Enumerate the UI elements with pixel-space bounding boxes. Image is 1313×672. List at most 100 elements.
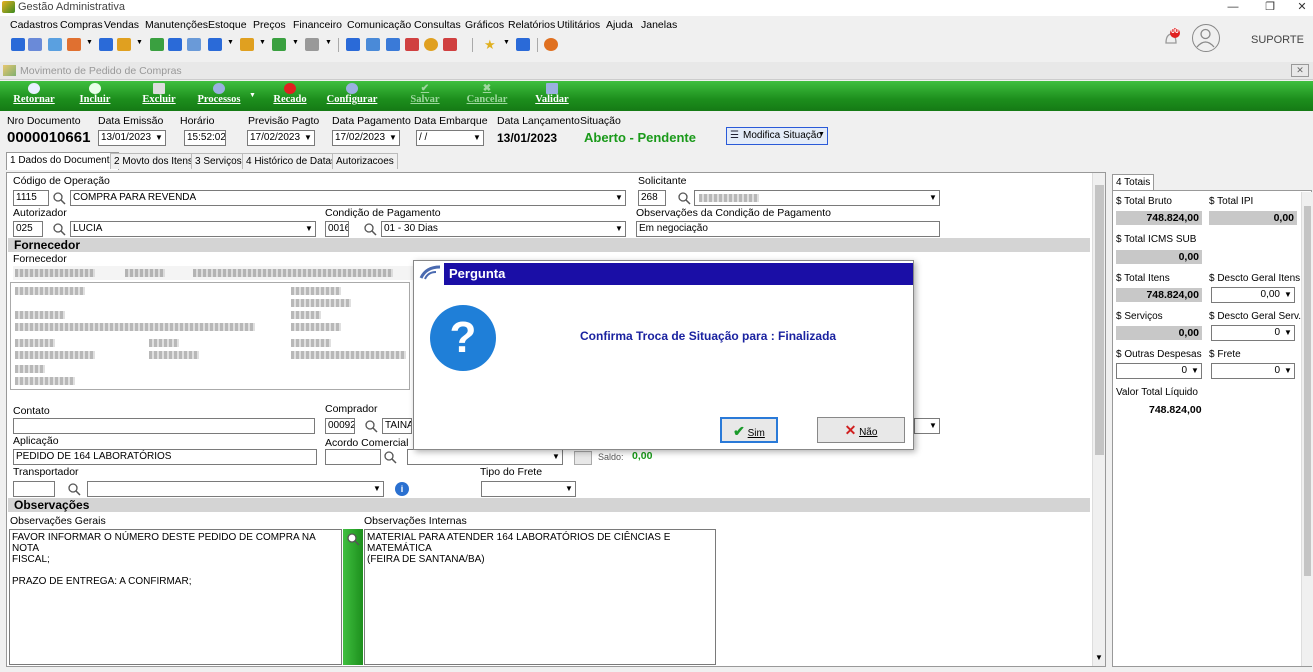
data-embarque-field[interactable]: / / ▼ <box>416 130 484 146</box>
acordo-comercial-select[interactable]: ▼ <box>407 449 563 465</box>
menu-vendas[interactable]: Vendas <box>104 19 139 31</box>
chevron-down-icon[interactable]: ▼ <box>928 420 938 432</box>
obs-condicao-field[interactable]: Em negociação <box>636 221 940 237</box>
chevron-down-icon[interactable]: ▼ <box>249 92 256 99</box>
menu-ajuda[interactable]: Ajuda <box>606 19 633 31</box>
chevron-down-icon[interactable]: ▼ <box>372 483 382 495</box>
search-icon[interactable] <box>383 450 397 464</box>
minimize-button[interactable]: — <box>1218 0 1248 16</box>
chevron-down-icon[interactable]: ▼ <box>503 39 510 46</box>
chevron-down-icon[interactable]: ▼ <box>818 131 825 138</box>
search-icon[interactable] <box>52 222 66 236</box>
menu-relatorios[interactable]: Relatórios <box>508 19 555 31</box>
solicitante-code[interactable]: 268 <box>638 190 666 206</box>
menu-janelas[interactable]: Janelas <box>641 19 677 31</box>
descto-serv-field[interactable]: 0 ▼ <box>1211 325 1295 341</box>
chevron-down-icon[interactable]: ▼ <box>1283 365 1293 377</box>
calc-icon[interactable] <box>346 38 360 51</box>
doc-icon[interactable] <box>99 38 113 51</box>
menu-precos[interactable]: Preços <box>253 19 286 31</box>
calendar-icon[interactable] <box>366 38 380 51</box>
box-icon[interactable] <box>117 38 131 51</box>
card-icon[interactable] <box>48 38 62 51</box>
close-window-button[interactable]: ✕ <box>1291 64 1309 77</box>
star-icon[interactable]: ★ <box>484 37 496 53</box>
solicitante-select[interactable]: ▼ <box>694 190 940 206</box>
save-icon[interactable] <box>11 38 25 51</box>
tipo-frete-select[interactable]: ▼ <box>481 481 576 497</box>
salvar-button[interactable]: ✔ Salvar <box>402 81 448 111</box>
comprador-code[interactable]: 00092 <box>325 418 355 434</box>
aplicacao-field[interactable]: PEDIDO DE 164 LABORATÓRIOS <box>13 449 317 465</box>
previsao-pagto-field[interactable]: 17/02/2023 ▼ <box>247 130 315 146</box>
search-icon[interactable] <box>67 482 81 496</box>
recado-button[interactable]: Recado <box>267 81 313 111</box>
tab-historico-datas[interactable]: 4 Histórico de Datas <box>242 153 341 169</box>
sim-button[interactable]: ✔ Sim <box>720 417 778 443</box>
chevron-down-icon[interactable]: ▼ <box>928 192 938 204</box>
cart-icon[interactable] <box>208 38 222 51</box>
dropdown-field[interactable]: ▼ <box>914 418 940 434</box>
money-icon[interactable] <box>168 38 182 51</box>
person-icon[interactable] <box>150 38 164 51</box>
scroll-thumb[interactable] <box>1095 185 1104 455</box>
chevron-down-icon[interactable]: ▼ <box>1283 327 1293 339</box>
outras-despesas-field[interactable]: 0 ▼ <box>1116 363 1202 379</box>
chevron-down-icon[interactable]: ▼ <box>551 451 561 463</box>
menu-estoque[interactable]: Estoque <box>208 19 247 31</box>
obs-gerais-textarea[interactable]: FAVOR INFORMAR O NÚMERO DESTE PEDIDO DE … <box>9 529 342 665</box>
condicao-pagamento-code[interactable]: 0016 <box>325 221 349 237</box>
search-icon[interactable] <box>363 222 377 236</box>
chevron-down-icon[interactable]: ▼ <box>304 223 314 235</box>
tab-autorizacoes[interactable]: Autorizacoes <box>332 153 398 169</box>
user-avatar-icon[interactable] <box>1192 24 1220 52</box>
obs-internas-textarea[interactable]: MATERIAL PARA ATENDER 164 LABORATÓRIOS D… <box>364 529 716 665</box>
autorizador-select[interactable]: LUCIA ▼ <box>70 221 316 237</box>
chevron-down-icon[interactable]: ▼ <box>259 39 266 46</box>
validar-button[interactable]: Validar <box>529 81 575 111</box>
chevron-down-icon[interactable]: ▼ <box>614 223 624 235</box>
grid-icon[interactable] <box>187 38 201 51</box>
fornecedor-row[interactable] <box>13 266 413 280</box>
tab-totais[interactable]: 4 Totais <box>1112 174 1155 191</box>
calc-icon[interactable] <box>574 451 592 465</box>
chevron-down-icon[interactable]: ▼ <box>564 483 574 495</box>
chevron-down-icon[interactable]: ▼ <box>227 39 234 46</box>
chevron-down-icon[interactable]: ▼ <box>1190 365 1200 377</box>
cancelar-button[interactable]: ✖ Cancelar <box>462 81 512 111</box>
chevron-down-icon[interactable]: ▼ <box>1283 289 1293 301</box>
menu-financeiro[interactable]: Financeiro <box>293 19 342 31</box>
incluir-button[interactable]: Incluir <box>72 81 118 111</box>
report-icon[interactable] <box>443 38 457 51</box>
transfer-icon[interactable] <box>272 38 286 51</box>
excluir-button[interactable]: Excluir <box>136 81 182 111</box>
chevron-down-icon[interactable]: ▼ <box>614 192 624 204</box>
tab-servicos[interactable]: 3 Serviços <box>191 153 246 169</box>
comprador-select[interactable]: TAINA <box>382 418 412 434</box>
data-emissao-field[interactable]: 13/01/2023 ▼ <box>98 130 166 146</box>
menu-cadastros[interactable]: Cadastros <box>10 19 58 31</box>
chevron-down-icon[interactable]: ▼ <box>325 39 332 46</box>
search-icon[interactable] <box>52 191 66 205</box>
obs-search-bar[interactable] <box>343 529 363 665</box>
nao-button[interactable]: ✕ Não <box>817 417 905 443</box>
contato-field[interactable] <box>13 418 315 434</box>
chevron-down-icon[interactable]: ▼ <box>1095 653 1103 662</box>
info-icon[interactable]: i <box>395 482 409 496</box>
chevron-down-icon[interactable]: ▼ <box>154 132 164 144</box>
list-icon[interactable] <box>67 38 81 51</box>
chevron-down-icon[interactable]: ▼ <box>472 132 482 144</box>
search-icon[interactable] <box>364 419 378 433</box>
bell-icon[interactable]: 00 <box>1160 27 1182 49</box>
chevron-down-icon[interactable]: ▼ <box>292 39 299 46</box>
configurar-button[interactable]: Configurar <box>323 81 381 111</box>
menu-consultas[interactable]: Consultas <box>414 19 461 31</box>
printer-icon[interactable] <box>305 38 319 51</box>
horario-field[interactable]: 15:52:02 <box>184 130 226 146</box>
menu-comunicacao[interactable]: Comunicação <box>347 19 411 31</box>
acordo-comercial-code[interactable] <box>325 449 381 465</box>
autorizador-code[interactable]: 025 <box>13 221 43 237</box>
chart-icon[interactable] <box>405 38 419 51</box>
clock-icon[interactable] <box>424 38 438 51</box>
chevron-down-icon[interactable]: ▼ <box>86 39 93 46</box>
